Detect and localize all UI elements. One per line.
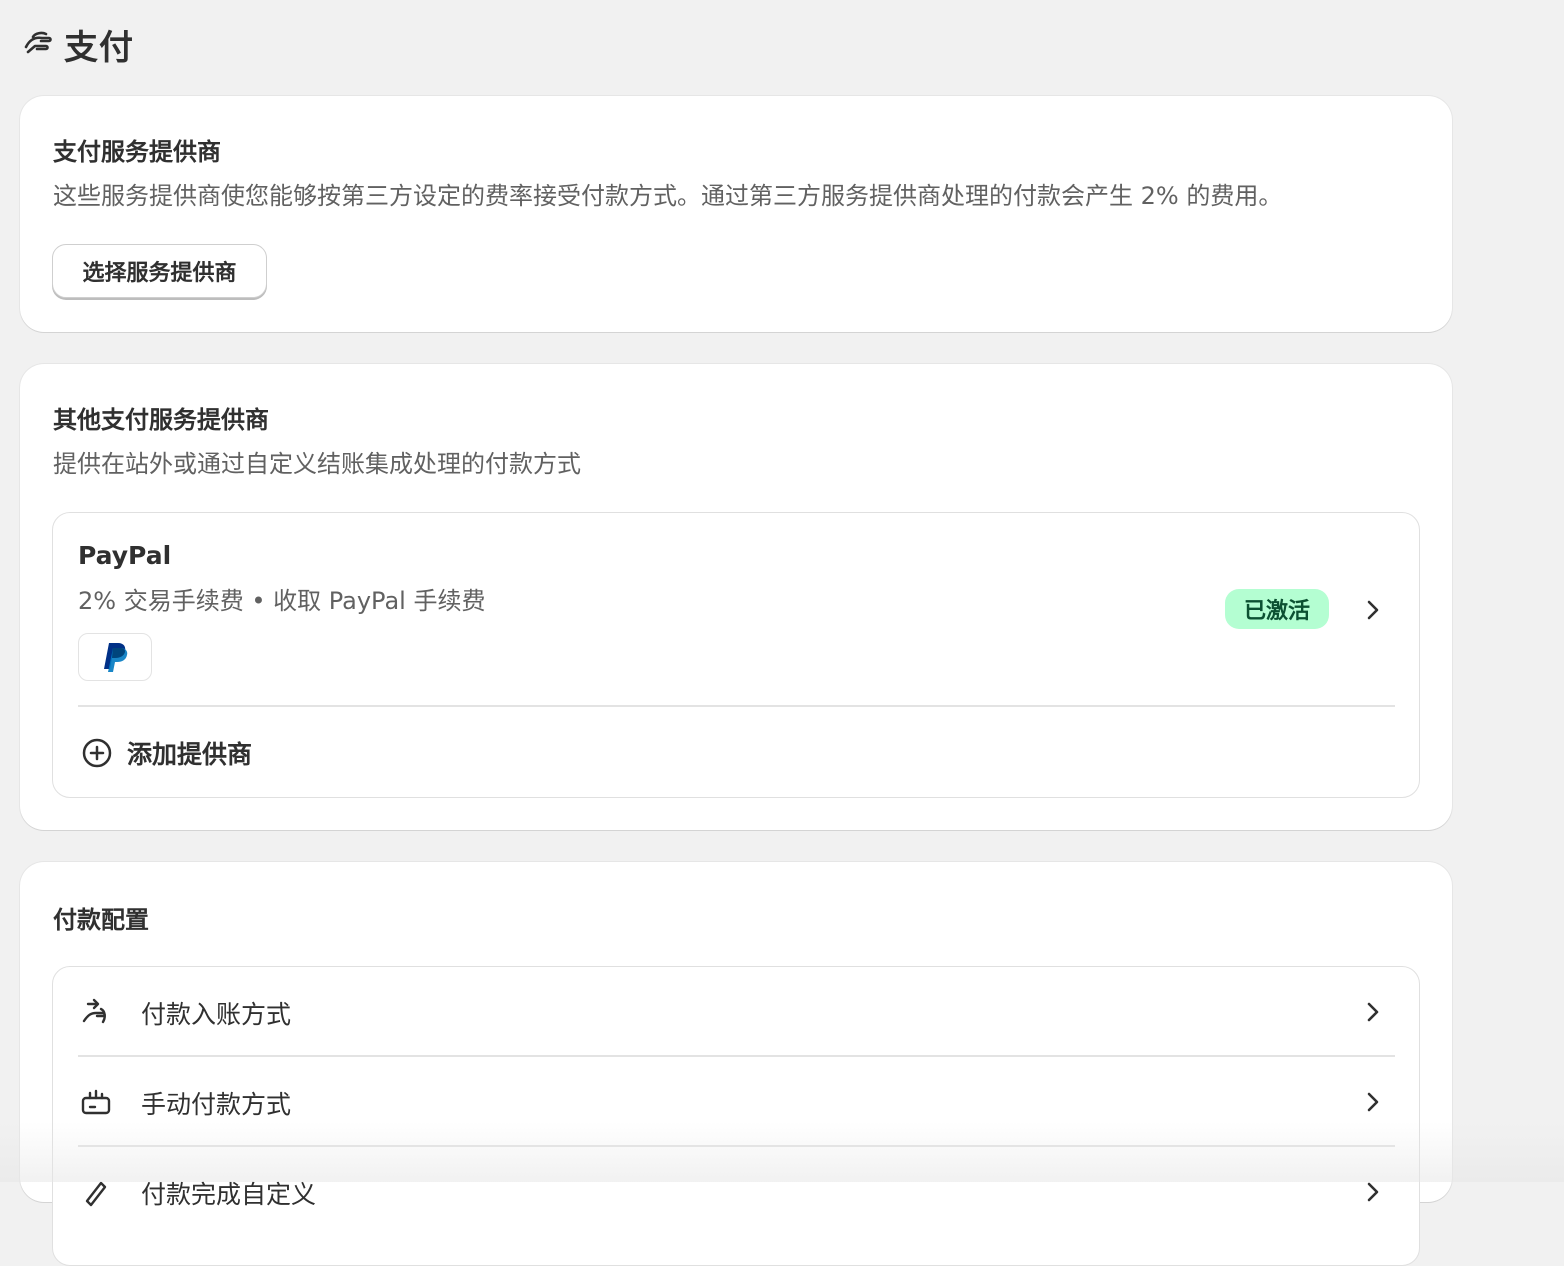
divider: [78, 705, 1395, 707]
status-badge: 已激活: [1225, 589, 1329, 629]
other-providers-card: 其他支付服务提供商 提供在站外或通过自定义结账集成处理的付款方式 PayPal …: [20, 364, 1452, 830]
page-header: 支付: [22, 22, 134, 68]
payment-providers-title: 支付服务提供商: [53, 138, 221, 166]
payment-providers-description: 这些服务提供商使您能够按第三方设定的费率接受付款方式。通过第三方服务提供商处理的…: [53, 182, 1283, 210]
provider-list: PayPal 2% 交易手续费 • 收取 PayPal 手续费 已激活 添加提供…: [52, 512, 1420, 798]
payment-config-title: 付款配置: [53, 906, 149, 934]
add-provider-label: 添加提供商: [127, 740, 253, 769]
choose-provider-button[interactable]: 选择服务提供商: [52, 244, 267, 298]
config-list: 付款入账方式 手动付款方式 付款完成自定义: [52, 966, 1420, 1266]
provider-name: PayPal: [78, 541, 172, 570]
manual-payment-row[interactable]: 手动付款方式: [53, 1057, 1419, 1145]
add-provider-button[interactable]: 添加提供商: [81, 735, 252, 771]
plus-circle-icon: [82, 738, 112, 768]
payment-config-card: 付款配置 付款入账方式 手动付款方式 付款完成自定义: [20, 862, 1452, 1266]
payment-customization-label: 付款完成自定义: [141, 1180, 317, 1209]
paypal-icon: [104, 643, 128, 672]
chevron-right-icon: [1367, 1092, 1379, 1112]
paypal-logo: [78, 633, 152, 681]
manual-payment-label: 手动付款方式: [141, 1090, 292, 1119]
payout-method-label: 付款入账方式: [141, 1000, 292, 1029]
payout-icon: [82, 998, 106, 1024]
chevron-right-icon: [1367, 1182, 1379, 1202]
payment-providers-card: 支付服务提供商 这些服务提供商使您能够按第三方设定的费率接受付款方式。通过第三方…: [20, 96, 1452, 332]
other-providers-description: 提供在站外或通过自定义结账集成处理的付款方式: [53, 450, 581, 478]
paypal-provider-row[interactable]: PayPal 2% 交易手续费 • 收取 PayPal 手续费 已激活: [53, 513, 1419, 705]
payment-customization-row[interactable]: 付款完成自定义: [53, 1147, 1419, 1235]
payment-hand-icon: [24, 31, 52, 54]
payout-method-row[interactable]: 付款入账方式: [53, 967, 1419, 1055]
customization-icon: [85, 1181, 107, 1207]
chevron-right-icon: [1367, 1002, 1379, 1022]
other-providers-title: 其他支付服务提供商: [53, 406, 269, 434]
chevron-right-icon: [1367, 600, 1379, 620]
manual-payment-icon: [81, 1089, 111, 1115]
page-title: 支付: [64, 27, 134, 68]
provider-fee: 2% 交易手续费 • 收取 PayPal 手续费: [78, 587, 486, 615]
